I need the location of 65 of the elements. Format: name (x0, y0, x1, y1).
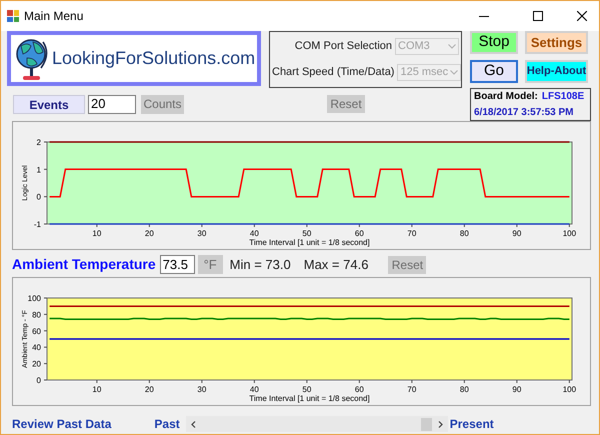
tick-label: 50 (302, 229, 312, 238)
unit-button: °F (198, 255, 223, 274)
axis-title: Time Interval [1 unit = 1/8 second] (249, 238, 370, 247)
tick-label: 60 (354, 229, 364, 238)
tick-label: 100 (28, 294, 41, 303)
tick-label: 0 (36, 376, 41, 385)
tick-label: 100 (562, 385, 576, 394)
settings-button[interactable]: Settings (525, 31, 588, 54)
tick-label: 40 (250, 385, 259, 394)
chevron-icon (448, 44, 456, 49)
scrollbar[interactable] (186, 416, 448, 432)
temperature-field[interactable]: 73.5 (160, 255, 195, 274)
tick-label: 90 (512, 229, 522, 238)
stop-button[interactable]: Stop (470, 31, 518, 54)
board-label: Board Model: (474, 90, 538, 104)
tick-label: 100 (562, 229, 576, 238)
count-field[interactable]: 20 (88, 94, 136, 114)
past-label: Past (154, 416, 180, 433)
axis-title: Time Interval [1 unit = 1/8 second] (249, 394, 370, 403)
reset-button: Reset (388, 256, 426, 274)
close-icon[interactable] (577, 11, 587, 21)
go-button[interactable]: Go (470, 60, 518, 83)
tick-label: 1 (36, 165, 41, 174)
events-button[interactable]: Events (13, 94, 85, 114)
tick-label: 20 (144, 385, 154, 394)
present-label: Present (450, 416, 494, 433)
tick-label: 40 (32, 343, 41, 352)
field-label: Chart Speed (Time/Data) (272, 65, 396, 80)
tick-label: 10 (92, 229, 102, 238)
tick-label: 20 (32, 360, 41, 369)
timestamp: 6/18/2017 3:57:53 PM (474, 106, 575, 120)
tick-label: 50 (302, 385, 312, 394)
tick-label: 90 (512, 385, 522, 394)
chevron-icon (450, 70, 458, 75)
field-label: COM Port Selection (294, 39, 393, 54)
tick-label: 20 (144, 229, 154, 238)
logo-text: LookingForSolutions.com (52, 47, 256, 70)
app-icon (7, 10, 19, 22)
tick-label: 80 (32, 310, 41, 320)
tick-label: 70 (407, 229, 416, 238)
tick-label: -1 (34, 220, 41, 229)
section-title: Ambient Temperature (12, 255, 156, 274)
tick-label: 80 (460, 229, 469, 238)
counts-button: Counts (141, 94, 184, 114)
tick-label: 0 (36, 192, 41, 202)
tick-label: 2 (36, 138, 41, 147)
maximize-icon[interactable] (533, 11, 543, 21)
min-reading: Min = 73.0 (230, 256, 291, 274)
tick-label: 30 (197, 385, 206, 394)
tick-label: 40 (250, 229, 259, 238)
reset-button: Reset (327, 95, 365, 113)
tick-label: 60 (354, 385, 364, 394)
review-label: Review Past Data (12, 416, 112, 433)
dropdown: COM3 (395, 38, 459, 55)
tick-label: 10 (92, 385, 102, 394)
help-about-button[interactable]: Help-About (525, 60, 588, 83)
tick-label: 60 (32, 326, 41, 336)
tick-label: 30 (197, 229, 206, 238)
window-title: Main Menu (24, 8, 84, 25)
scrollbar-thumb[interactable] (420, 418, 432, 430)
tick-label: 80 (460, 385, 469, 394)
max-reading: Max = 74.6 (304, 256, 368, 274)
dropdown: 125 msec (397, 64, 462, 81)
tick-label: 70 (407, 385, 416, 394)
board-model: LFS108E (542, 90, 584, 104)
